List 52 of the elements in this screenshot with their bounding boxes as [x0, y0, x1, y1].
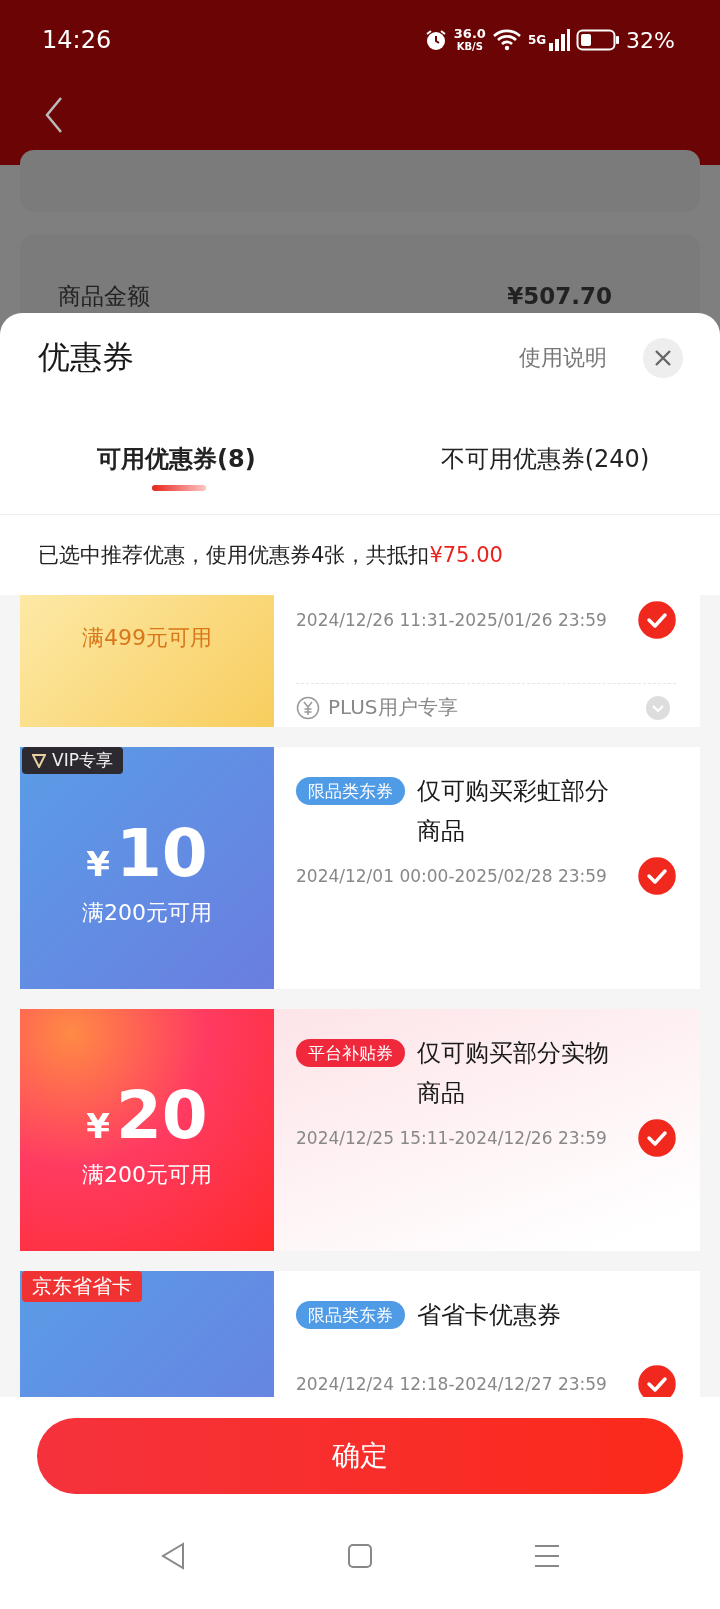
coupon-tag: 限品类东券: [296, 777, 405, 805]
back-icon[interactable]: [44, 96, 64, 134]
coupon-validity: 2024/12/25 15:11-2024/12/26 23:59: [296, 1128, 607, 1148]
check-icon[interactable]: [638, 1365, 676, 1397]
coupon-title: 省省卡优惠券: [417, 1300, 562, 1331]
close-button[interactable]: [643, 338, 683, 378]
coupon-tag: 平台补贴券: [296, 1039, 405, 1067]
yen-circle-icon: [296, 695, 320, 720]
confirm-button[interactable]: 确定: [37, 1418, 683, 1494]
sheet-title: 优惠券: [38, 337, 135, 378]
signal-icon: [548, 29, 571, 51]
check-icon[interactable]: [638, 1119, 676, 1157]
coupon-card[interactable]: 京东省省卡 限品类东券 省省卡优惠券 2024/12/24 12:18-2024/12/27 23:59: [20, 1271, 700, 1397]
check-icon[interactable]: [638, 857, 676, 895]
coupon-condition: 满499元可用: [82, 624, 212, 652]
coupon-card[interactable]: 满499元可用 2024/12/26 11:31-2025/01/26 23:59 PLUS用户专享: [20, 595, 700, 727]
home-nav-icon[interactable]: [347, 1543, 373, 1569]
coupon-condition: 满200元可用: [82, 1161, 212, 1189]
badge-text: VIP专享: [52, 749, 113, 772]
coupon-tab[interactable]: 不可用优惠券(240): [370, 403, 720, 514]
close-icon: [654, 349, 672, 367]
coupon-validity: 2024/12/01 00:00-2025/02/28 23:59: [296, 866, 607, 886]
network-label: 5G: [527, 33, 547, 47]
currency-symbol: ¥: [86, 844, 110, 884]
coupon-card[interactable]: ¥20 满200元可用 平台补贴券 仅可购买部分实物商品 2024/12/25 15:11-2024/12/26 23:59: [20, 1009, 700, 1251]
coupon-amount: 10: [115, 816, 208, 892]
battery-icon: [576, 29, 621, 51]
coupon-card[interactable]: VIP专享 ¥10 满200元可用 限品类东券 仅可购买彩虹部分商品 2024/12/01 00:00-2025/02/28 23:59: [20, 747, 700, 989]
coupon-title: 仅可购买部分实物商品: [417, 1038, 610, 1109]
coupon-amount: 20: [115, 1078, 208, 1154]
summary-text: 已选中推荐优惠，使用优惠券4张，共抵扣¥75.00: [37, 542, 504, 569]
speed-value: 36.0: [453, 27, 486, 40]
coupon-tag: 限品类东券: [296, 1301, 405, 1329]
coupon-note: PLUS用户专享: [328, 694, 459, 721]
speed-unit: KB/S: [456, 40, 483, 53]
usage-help-link[interactable]: 使用说明: [519, 343, 607, 373]
amount-value: ¥507.70: [507, 283, 612, 309]
v-logo-icon: [32, 753, 46, 768]
status-time: 14:26: [42, 26, 112, 54]
coupon-validity: 2024/12/24 12:18-2024/12/27 23:59: [296, 1374, 607, 1394]
coupon-validity: 2024/12/26 11:31-2025/01/26 23:59: [296, 610, 607, 630]
coupon-condition: 满200元可用: [82, 899, 212, 927]
battery-percent: 32%: [626, 27, 675, 53]
amount-label: 商品金额: [58, 282, 150, 311]
currency-symbol: ¥: [86, 1106, 110, 1146]
menu-nav-icon[interactable]: [534, 1544, 560, 1568]
back-nav-icon[interactable]: [160, 1542, 186, 1570]
wifi-icon: [491, 28, 522, 52]
coupon-title: 仅可购买彩虹部分商品: [417, 776, 610, 847]
coupon-tab[interactable]: 可用优惠券(8): [0, 403, 370, 514]
badge-text: 京东省省卡: [32, 1273, 132, 1300]
check-icon[interactable]: [638, 601, 676, 639]
